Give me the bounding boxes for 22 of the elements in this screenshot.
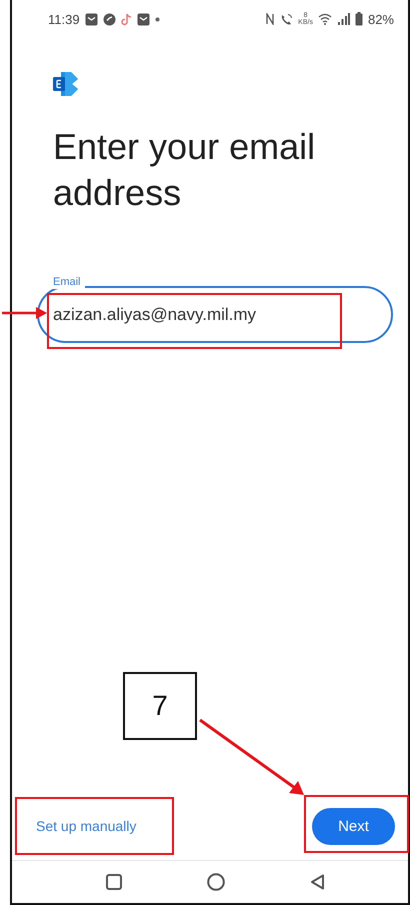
signal-icon <box>336 13 350 25</box>
wifi-icon <box>318 13 332 25</box>
recents-icon[interactable] <box>106 874 122 890</box>
gauge-icon <box>102 12 116 26</box>
dot-icon <box>154 16 160 22</box>
annotation-arrow <box>2 307 47 319</box>
mail-icon <box>136 12 150 26</box>
exchange-logo-icon <box>53 72 78 96</box>
page-title: Enter your email address <box>53 125 316 215</box>
mail-icon <box>84 12 98 26</box>
back-icon[interactable] <box>310 874 326 890</box>
nfc-icon <box>265 13 276 25</box>
status-time: 11:39 <box>48 12 80 26</box>
phone-icon <box>280 12 294 26</box>
home-icon[interactable] <box>206 873 225 891</box>
step-number-box: 7 <box>123 672 197 740</box>
battery-icon <box>354 12 363 26</box>
setup-manually-link[interactable]: Set up manually <box>36 818 136 834</box>
next-button[interactable]: Next <box>312 808 395 844</box>
music-note-icon <box>120 12 132 26</box>
email-field[interactable]: azizan.aliyas@navy.mil.my <box>37 286 393 343</box>
battery-percentage: 82% <box>368 12 394 26</box>
